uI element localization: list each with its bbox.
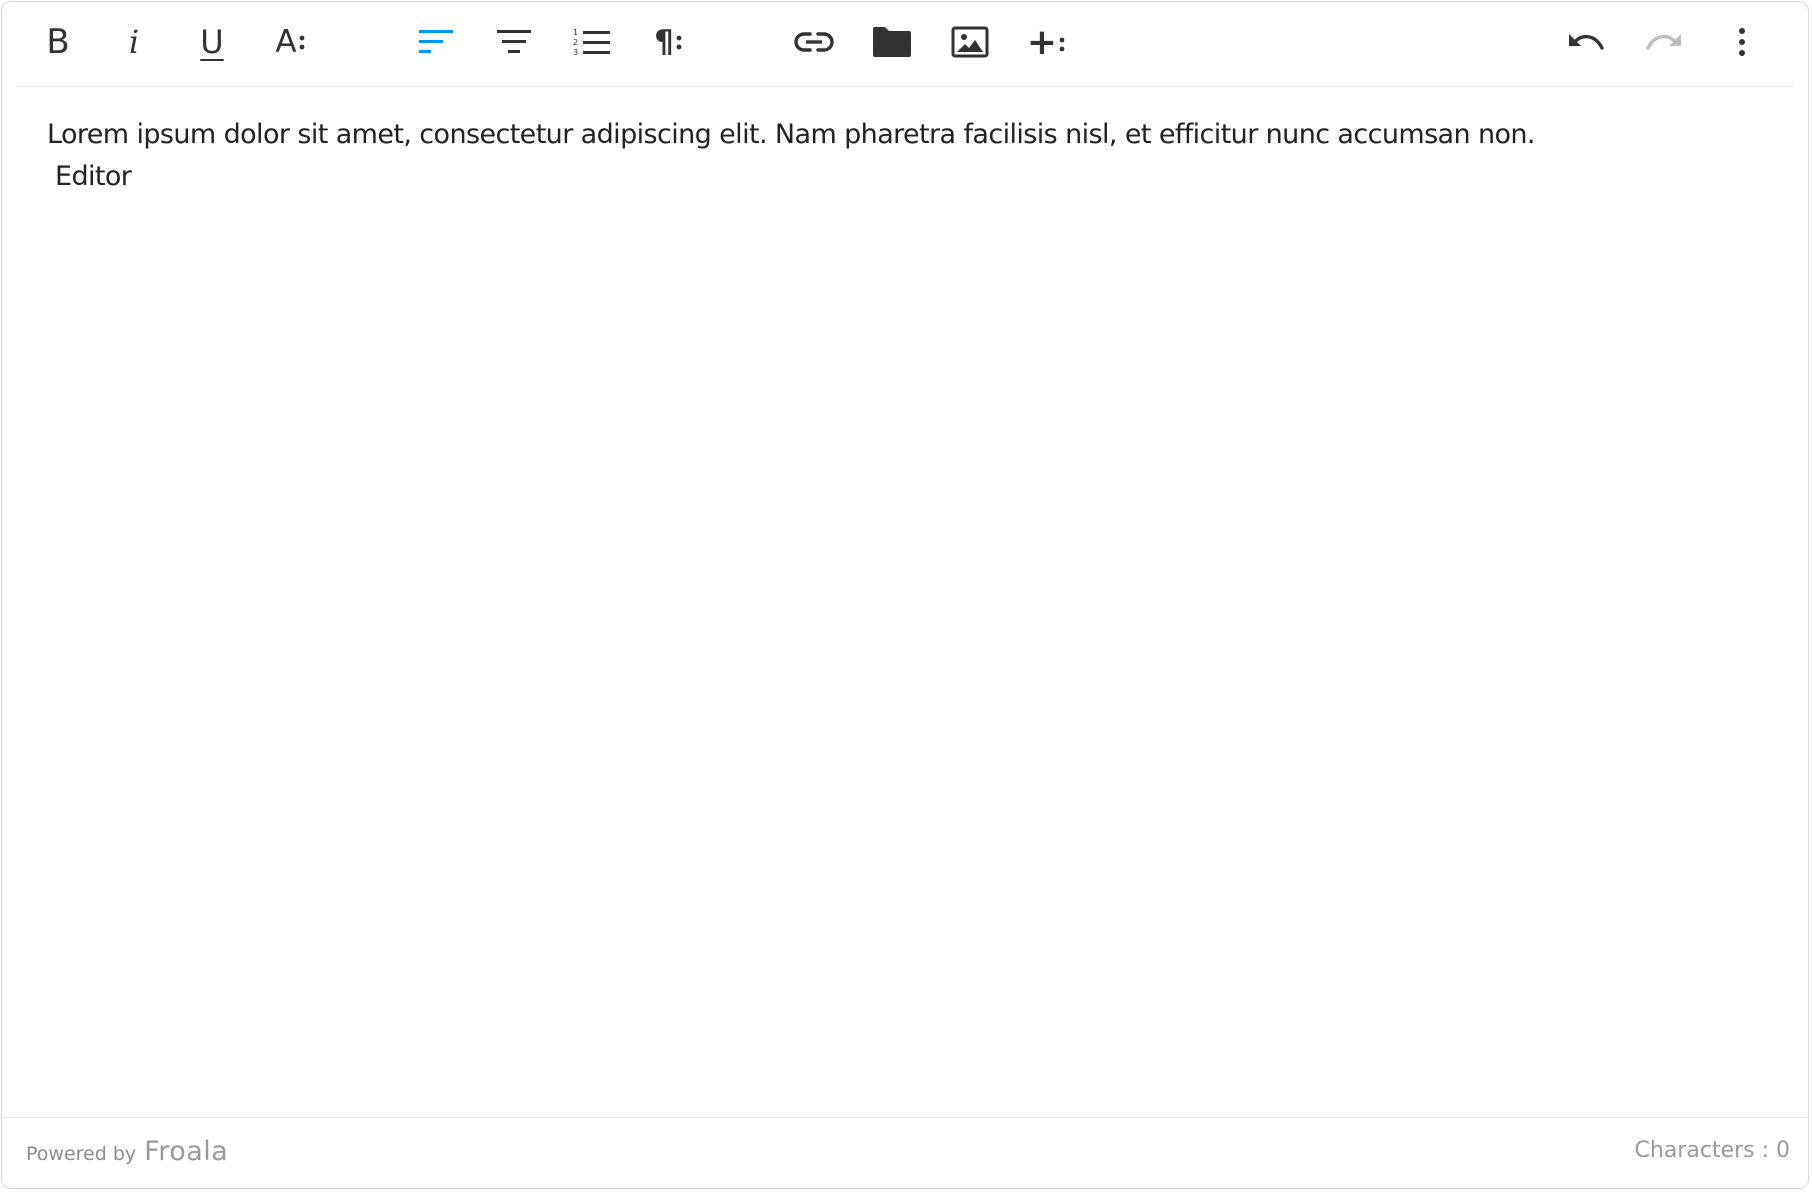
insert-file-button[interactable] xyxy=(862,14,922,70)
editor-content-area[interactable]: Lorem ipsum dolor sit amet, consectetur … xyxy=(47,114,1768,198)
undo-button[interactable] xyxy=(1556,14,1616,70)
redo-button[interactable] xyxy=(1634,14,1694,70)
redo-icon xyxy=(1646,34,1681,50)
svg-text:2: 2 xyxy=(573,38,578,47)
powered-by-froala-link[interactable]: Powered by Froala xyxy=(26,1136,228,1167)
align-center-icon xyxy=(497,30,531,53)
italic-button[interactable]: i xyxy=(104,14,164,70)
text-more-button[interactable]: A xyxy=(260,14,320,70)
link-icon xyxy=(794,32,834,52)
image-icon xyxy=(951,26,989,58)
align-center-button[interactable] xyxy=(484,14,544,70)
align-left-icon xyxy=(419,30,453,53)
font-more-icon: A xyxy=(275,24,305,60)
editor-footer: Powered by Froala Characters : 0 xyxy=(2,1117,1808,1188)
character-counter: Characters : 0 xyxy=(1634,1138,1790,1163)
plus-more-icon: + xyxy=(1027,22,1065,63)
underline-button[interactable]: U xyxy=(182,14,242,70)
align-left-button[interactable] xyxy=(406,14,466,70)
folder-icon xyxy=(873,27,911,57)
bold-icon: B xyxy=(46,22,70,62)
bold-button[interactable]: B xyxy=(28,14,88,70)
more-options-button[interactable] xyxy=(1712,14,1772,70)
italic-icon: i xyxy=(128,23,140,61)
froala-editor: B i U A 1 2 3 ¶ + Lorem ipsum dolor sit … xyxy=(1,1,1809,1189)
insert-link-button[interactable] xyxy=(784,14,844,70)
svg-text:3: 3 xyxy=(573,48,578,57)
svg-text:1: 1 xyxy=(573,28,578,37)
insert-image-button[interactable] xyxy=(940,14,1000,70)
editor-toolbar: B i U A 1 2 3 ¶ + xyxy=(16,2,1794,87)
ordered-list-icon: 1 2 3 xyxy=(573,28,610,57)
powered-by-label: Powered by xyxy=(26,1143,137,1165)
insert-more-button[interactable]: + xyxy=(1016,14,1076,70)
underline-icon: U xyxy=(200,23,224,61)
paragraph-more-button[interactable]: ¶ xyxy=(638,14,698,70)
ordered-list-button[interactable]: 1 2 3 xyxy=(562,14,622,70)
froala-logo: Froala xyxy=(144,1136,229,1167)
vertical-dots-icon xyxy=(1739,28,1745,56)
undo-icon xyxy=(1569,34,1604,50)
content-line: Lorem ipsum dolor sit amet, consectetur … xyxy=(47,119,1536,150)
paragraph-icon: ¶ xyxy=(654,24,682,60)
content-line: Editor xyxy=(47,161,132,192)
